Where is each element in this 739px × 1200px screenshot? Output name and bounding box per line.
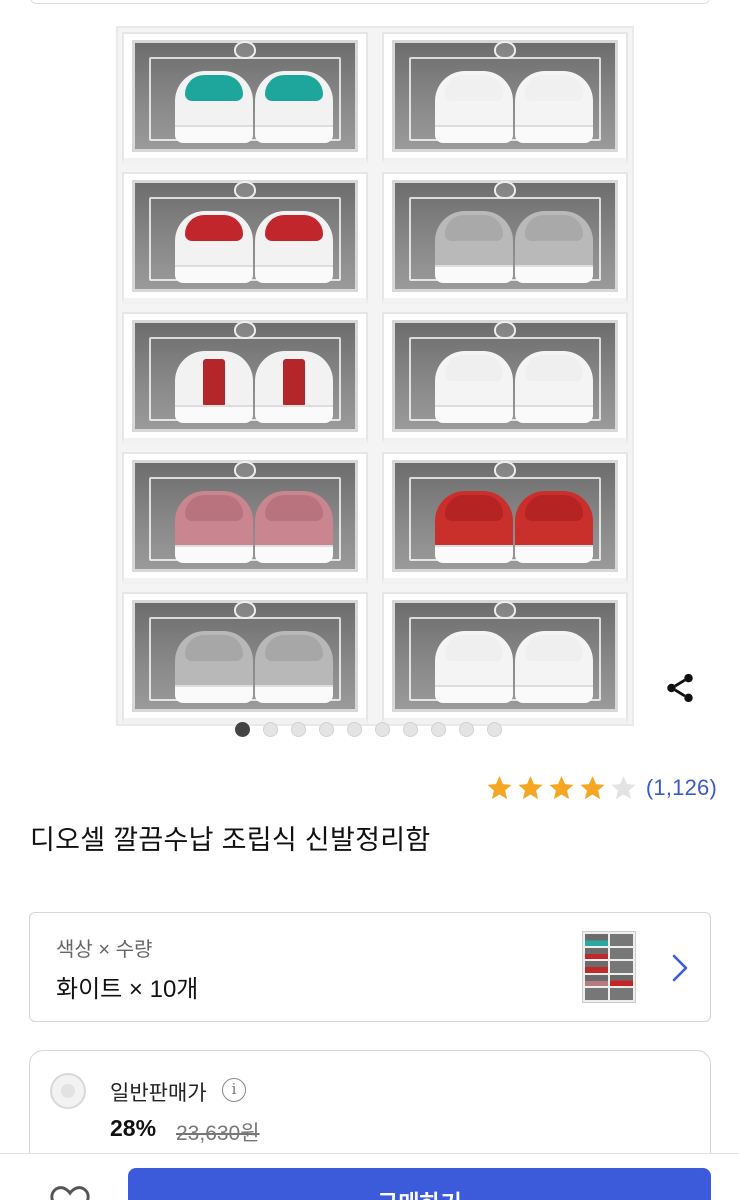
- pagination-dot[interactable]: [263, 722, 278, 737]
- product-image-gallery[interactable]: [0, 10, 739, 726]
- star-icon: [611, 775, 636, 799]
- pagination-dot[interactable]: [487, 722, 502, 737]
- info-icon[interactable]: i: [222, 1078, 246, 1102]
- pagination-dot[interactable]: [347, 722, 362, 737]
- star-icon: [518, 775, 543, 799]
- star-icon: [487, 775, 512, 799]
- chevron-right-icon: [672, 954, 688, 982]
- pagination-dot[interactable]: [431, 722, 446, 737]
- original-price: 23,630원: [176, 1122, 260, 1145]
- top-strip: [0, 0, 739, 6]
- rating-stars: [485, 774, 638, 803]
- star-icon: [580, 775, 605, 799]
- option-thumbnail: [582, 931, 636, 1003]
- option-value: 화이트 × 10개: [56, 976, 199, 1003]
- pagination-dot[interactable]: [291, 722, 306, 737]
- buy-button[interactable]: 구매하기: [128, 1168, 711, 1200]
- price-radio[interactable]: [50, 1073, 86, 1109]
- pagination-dot[interactable]: [319, 722, 334, 737]
- option-label: 색상 × 수량: [56, 939, 153, 961]
- price-type-label: 일반판매가: [110, 1082, 207, 1105]
- pagination-dot[interactable]: [235, 722, 250, 737]
- star-icon: [549, 775, 574, 799]
- discount-rate: 28%: [110, 1115, 157, 1141]
- product-title: 디오셀 깔끔수납 조립식 신발정리함: [30, 825, 431, 855]
- product-image: [116, 26, 634, 726]
- share-button[interactable]: [660, 668, 700, 708]
- bottom-action-bar: 구매하기: [0, 1153, 739, 1200]
- heart-icon[interactable]: [48, 1184, 92, 1200]
- pagination-dot[interactable]: [403, 722, 418, 737]
- pagination-dot[interactable]: [459, 722, 474, 737]
- rating[interactable]: (1,126): [485, 772, 717, 804]
- review-count-link[interactable]: (1,126): [646, 775, 717, 801]
- option-selector[interactable]: 색상 × 수량 화이트 × 10개: [29, 912, 711, 1022]
- gallery-pagination: [0, 722, 739, 742]
- pagination-dot[interactable]: [375, 722, 390, 737]
- share-icon: [667, 673, 693, 703]
